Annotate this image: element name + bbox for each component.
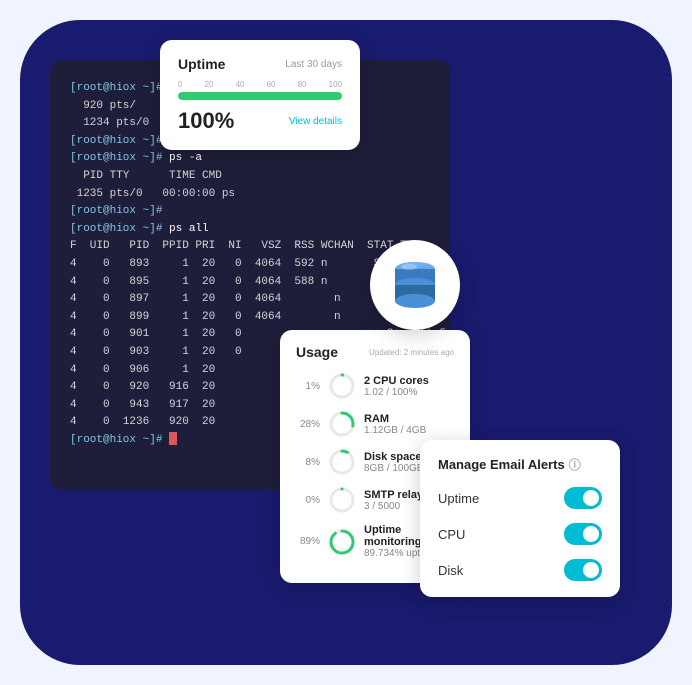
- disk-value: 8GB / 100GB: [364, 463, 423, 474]
- uptime-scale: 020406080100: [178, 80, 342, 89]
- email-row-cpu: CPU: [438, 523, 602, 545]
- email-row-disk: Disk: [438, 559, 602, 581]
- view-details-link[interactable]: View details: [289, 116, 342, 127]
- smtp-percent: 0%: [296, 495, 320, 506]
- uptime-card: Uptime Last 30 days 020406080100 100% Vi…: [160, 40, 360, 150]
- uptime-bar-background: [178, 92, 342, 100]
- usage-item-ram: 28% RAM 1.12GB / 4GB: [296, 410, 454, 438]
- disk-label: Disk space: [364, 451, 423, 463]
- db-icon-card: [370, 240, 460, 330]
- usage-updated: Updated: 2 minutes ago: [369, 348, 454, 357]
- ram-label: RAM: [364, 413, 426, 425]
- cpu-value: 1.02 / 100%: [364, 387, 429, 398]
- smtp-circle: [328, 486, 356, 514]
- email-row-uptime: Uptime: [438, 487, 602, 509]
- uptime-mon-circle: [328, 528, 356, 556]
- ram-percent: 28%: [296, 419, 320, 430]
- uptime-percent-label: 100%: [178, 108, 234, 134]
- usage-item-cpu: 1% 2 CPU cores 1.02 / 100%: [296, 372, 454, 400]
- disk-toggle[interactable]: [564, 559, 602, 581]
- database-icon: [385, 255, 445, 315]
- ram-circle: [328, 410, 356, 438]
- uptime-alert-label: Uptime: [438, 491, 479, 506]
- uptime-title: Uptime: [178, 56, 225, 72]
- info-icon: ⓘ: [569, 456, 581, 473]
- cpu-percent: 1%: [296, 381, 320, 392]
- uptime-subtitle: Last 30 days: [285, 59, 342, 70]
- uptime-bar-fill: [178, 92, 342, 100]
- disk-percent: 8%: [296, 457, 320, 468]
- email-alerts-card: Manage Email Alerts ⓘ Uptime CPU Disk: [420, 440, 620, 597]
- ram-value: 1.12GB / 4GB: [364, 425, 426, 436]
- disk-alert-label: Disk: [438, 563, 463, 578]
- uptime-mon-percent: 89%: [296, 536, 320, 547]
- cpu-toggle[interactable]: [564, 523, 602, 545]
- cpu-label: 2 CPU cores: [364, 375, 429, 387]
- disk-circle: [328, 448, 356, 476]
- uptime-toggle[interactable]: [564, 487, 602, 509]
- cpu-alert-label: CPU: [438, 527, 465, 542]
- cpu-circle: [328, 372, 356, 400]
- email-alerts-title: Manage Email Alerts ⓘ: [438, 456, 602, 473]
- usage-title: Usage: [296, 344, 338, 360]
